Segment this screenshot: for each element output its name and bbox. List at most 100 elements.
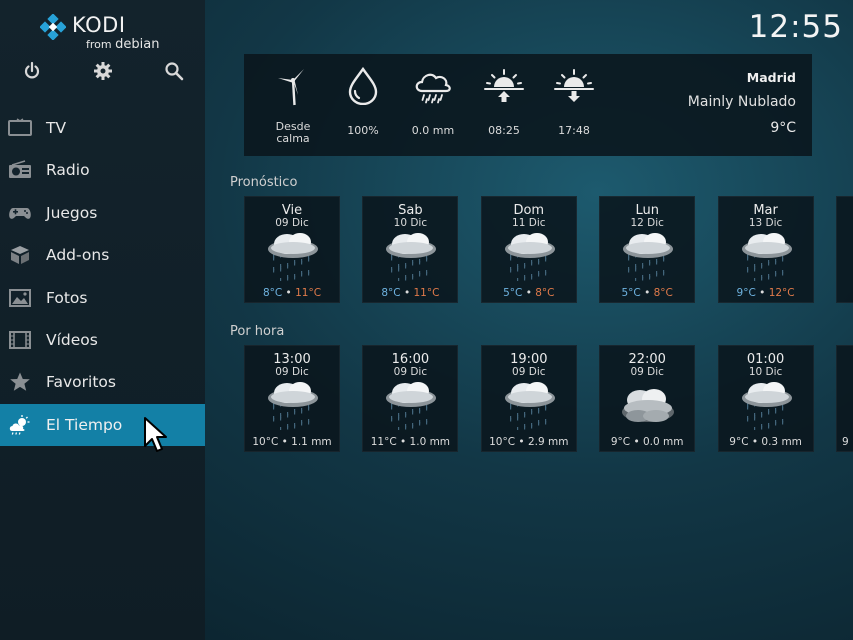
hourly-time: 19:00 xyxy=(510,352,548,367)
forecast-day-card[interactable]: Vie 09 Dic 8°C • 11°C xyxy=(244,196,340,303)
forecast-date: 10 Dic xyxy=(393,217,428,229)
forecast-date: 13 Dic xyxy=(748,217,783,229)
hourly-list: 13:00 09 Dic 10°C • 1.1 mm 16:00 09 Dic … xyxy=(244,345,853,453)
hourly-precip: 1.1 mm xyxy=(291,436,332,448)
hourly-details: 10°C • 1.1 mm xyxy=(252,436,332,448)
box-icon xyxy=(11,246,29,265)
forecast-title: Pronóstico xyxy=(230,175,298,190)
forecast-temps: 9°C • 12°C xyxy=(736,287,795,299)
radio-icon xyxy=(9,160,31,179)
power-icon[interactable] xyxy=(22,61,42,81)
sidebar-item-label: Juegos xyxy=(46,203,98,222)
forecast-temps: 8°C • 11°C xyxy=(381,287,440,299)
hourly-temp: 9°C xyxy=(729,436,749,448)
sidebar-item-label: Favoritos xyxy=(46,373,116,392)
condition-text: Mainly Nublado xyxy=(687,94,796,110)
forecast-day-card[interactable]: Mar 13 Dic 9°C • 12°C xyxy=(717,196,814,303)
sidebar-item-radio[interactable]: Radio xyxy=(0,149,205,191)
hourly-details: 11°C • 1.0 mm xyxy=(370,436,451,448)
sidebar-item-fotos[interactable]: Fotos xyxy=(0,277,205,319)
forecast-day-card[interactable]: Dom 11 Dic 5°C • 8°C xyxy=(480,196,577,303)
sidebar-item-label: Fotos xyxy=(46,288,88,307)
hourly-time: 22:00 xyxy=(628,352,666,367)
hourly-precip: 0.3 mm xyxy=(761,436,802,448)
hourly-card[interactable]: 19:00 09 Dic 10°C • 2.9 mm xyxy=(480,345,577,452)
sidebar: KODI from debian TV Radio Juegos Add-ons… xyxy=(0,0,205,640)
forecast-date: 09 Dic xyxy=(275,217,309,229)
search-icon[interactable] xyxy=(164,61,184,81)
hourly-card[interactable]: 22:00 09 Dic 9°C • 0.0 mm xyxy=(599,345,696,452)
sidebar-item-addons[interactable]: Add-ons xyxy=(0,234,205,276)
hourly-details: 10°C • 2.9 mm xyxy=(489,436,569,448)
rain-cloud-icon xyxy=(265,378,321,431)
hourly-title: Por hora xyxy=(230,324,285,339)
forecast-day: Vie xyxy=(281,203,303,218)
hourly-partial-text: 9 xyxy=(842,436,849,448)
hourly-precip: 0.0 mm xyxy=(643,436,684,448)
rain-cloud-icon xyxy=(265,229,321,282)
high-temp: 11°C xyxy=(295,287,322,299)
sidebar-item-tv[interactable]: TV xyxy=(0,107,205,149)
hourly-time: 01:00 xyxy=(746,352,785,367)
top-icons xyxy=(0,61,205,83)
sidebar-item-label: Radio xyxy=(46,161,90,180)
rain-cloud-icon xyxy=(739,229,795,282)
hourly-date: 09 Dic xyxy=(393,366,428,378)
hourly-card[interactable]: 01:00 10 Dic 9°C • 0.3 mm xyxy=(717,345,814,452)
forecast-day-card[interactable]: Lun 12 Dic 5°C • 8°C xyxy=(599,196,696,303)
wind-turbine-icon xyxy=(278,69,304,106)
rain-cloud-icon xyxy=(739,378,795,431)
forecast-day-card[interactable]: Sab 10 Dic 8°C • 11°C xyxy=(362,196,459,303)
hourly-card[interactable]: 13:00 09 Dic 10°C • 1.1 mm xyxy=(244,345,340,452)
hourly-temp: 9°C xyxy=(610,436,631,448)
forecast-list: Vie 09 Dic 8°C • 11°C Sab 10 Dic 8°C • 1… xyxy=(244,196,853,304)
current-temperature: 9°C xyxy=(770,120,796,136)
hourly-date: 10 Dic xyxy=(748,366,783,378)
sunrise-icon xyxy=(484,69,524,102)
hourly-card[interactable]: 16:00 09 Dic 11°C • 1.0 mm xyxy=(362,345,459,452)
logo-distro: debian xyxy=(115,37,160,52)
sidebar-item-favoritos[interactable]: Favoritos xyxy=(0,361,205,403)
kodi-logo-icon xyxy=(40,14,66,40)
high-temp: 8°C xyxy=(535,287,555,299)
sidebar-item-label: TV xyxy=(46,119,67,137)
hourly-date: 09 Dic xyxy=(630,366,664,378)
high-temp: 12°C xyxy=(768,287,795,299)
forecast-day: Dom xyxy=(513,203,545,218)
gear-icon[interactable] xyxy=(93,61,113,81)
hourly-temp: 10°C xyxy=(489,436,516,448)
forecast-day-card-partial[interactable] xyxy=(836,196,853,303)
star-icon xyxy=(10,372,30,392)
mouse-cursor-icon xyxy=(144,417,167,452)
sidebar-item-el-tiempo[interactable]: El Tiempo xyxy=(0,403,205,447)
low-temp: 8°C xyxy=(381,287,401,299)
hourly-precip: 1.0 mm xyxy=(409,436,451,448)
hourly-temp: 10°C xyxy=(252,436,279,448)
low-temp: 5°C xyxy=(621,287,641,299)
rain-cloud-icon xyxy=(383,378,439,431)
forecast-temps: 5°C • 8°C xyxy=(621,287,673,299)
city-name: Madrid xyxy=(746,70,796,85)
hourly-date: 09 Dic xyxy=(275,366,309,378)
tv-icon xyxy=(8,118,32,136)
kodi-logo: KODI from debian xyxy=(40,12,160,56)
photo-icon xyxy=(9,288,31,307)
gamepad-icon xyxy=(9,207,31,219)
sidebar-item-videos[interactable]: Vídeos xyxy=(0,319,205,361)
sunset-icon xyxy=(554,69,594,102)
hourly-date: 09 Dic xyxy=(512,366,546,378)
main-menu: TV Radio Juegos Add-ons Fotos Vídeos Fav… xyxy=(0,107,205,447)
low-temp: 8°C xyxy=(262,287,283,299)
rain-cloud-icon xyxy=(415,73,451,104)
sidebar-item-label: Add-ons xyxy=(46,246,110,265)
hourly-card-partial[interactable]: 9 xyxy=(836,345,853,452)
clock: 12:55 xyxy=(748,9,843,45)
rain-cloud-icon xyxy=(620,229,676,282)
hourly-details: 9°C • 0.0 mm xyxy=(610,436,684,448)
cloud-icon xyxy=(620,378,676,430)
sidebar-item-juegos[interactable]: Juegos xyxy=(0,192,205,234)
low-temp: 5°C xyxy=(503,287,523,299)
forecast-day: Mar xyxy=(753,203,778,218)
hourly-time: 13:00 xyxy=(273,352,311,367)
logo-text: KODI xyxy=(72,13,126,37)
